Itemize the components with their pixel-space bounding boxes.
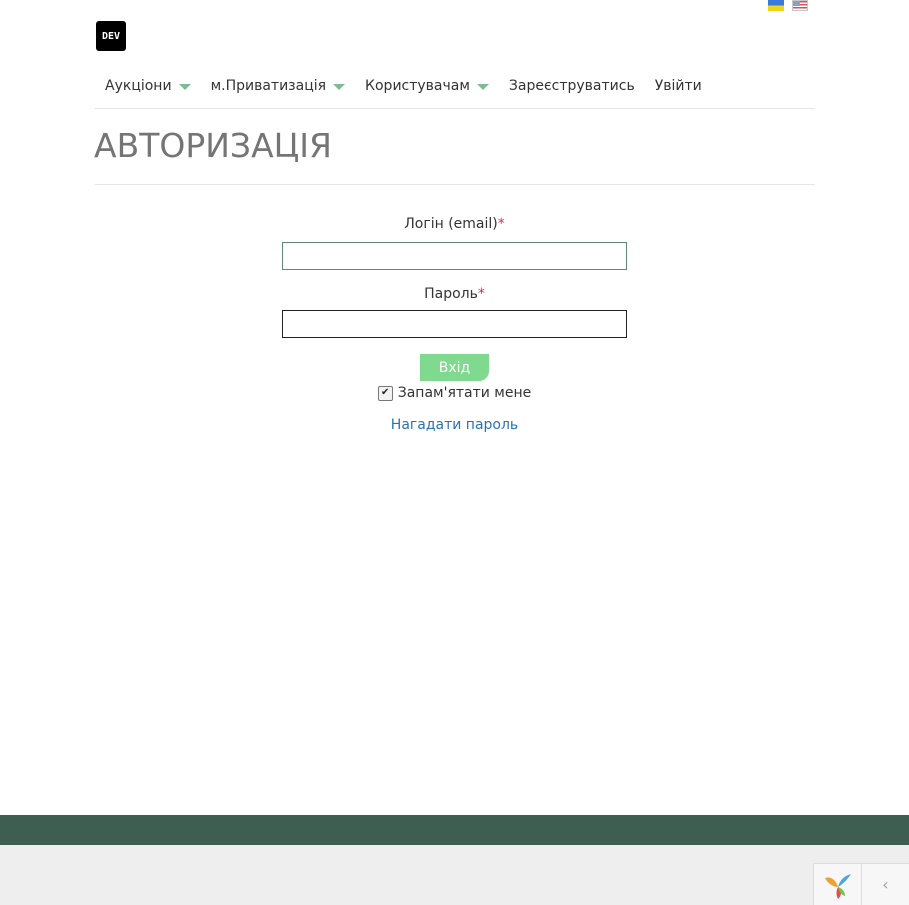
login-label: Логін (email)* — [282, 214, 627, 234]
nav-item-label: Користувачам — [365, 78, 470, 94]
login-email-input[interactable] — [282, 242, 627, 270]
nav-item-register[interactable]: Зареєструватись — [499, 67, 645, 105]
page-title: АВТОРИЗАЦІЯ — [94, 126, 332, 165]
usa-flag-icon[interactable] — [792, 0, 808, 11]
remember-me: ✔ Запам'ятати мене — [282, 385, 627, 401]
ukraine-flag-icon[interactable] — [768, 0, 784, 11]
caret-down-icon — [476, 84, 489, 90]
yii-logo-icon[interactable] — [814, 864, 862, 905]
nav-item-label: м.Приватизація — [210, 78, 327, 94]
debug-toolbar: ‹ — [813, 863, 909, 905]
main-nav: Аукціони м.Приватизація Користувачам Зар… — [95, 64, 815, 109]
nav-item-login[interactable]: Увійти — [645, 67, 712, 105]
nav-item-auctions[interactable]: Аукціони — [95, 67, 201, 105]
footer-bottom — [0, 845, 909, 905]
nav-item-label: Зареєструватись — [508, 78, 635, 94]
nav-item-users[interactable]: Користувачам — [355, 67, 499, 105]
caret-down-icon — [333, 84, 346, 90]
password-label: Пароль* — [282, 284, 627, 304]
login-form: Логін (email)* Пароль* Вхід ✔ Запам'ятат… — [282, 214, 627, 433]
dev-logo[interactable]: DEV — [96, 21, 126, 51]
forgot-password-link[interactable]: Нагадати пароль — [282, 417, 627, 433]
chevron-left-icon[interactable]: ‹ — [862, 864, 909, 905]
language-switcher — [768, 0, 808, 11]
yii-logo-icon-svg — [824, 873, 851, 899]
footer-band — [0, 815, 909, 845]
password-input[interactable] — [282, 310, 627, 338]
required-mark: * — [497, 216, 505, 232]
title-divider — [95, 184, 815, 185]
nav-item-privatization[interactable]: м.Приватизація — [201, 67, 355, 105]
nav-item-label: Увійти — [654, 78, 702, 94]
password-label-text: Пароль — [424, 286, 478, 302]
remember-me-label[interactable]: Запам'ятати мене — [398, 385, 532, 401]
caret-down-icon — [178, 84, 191, 90]
required-mark: * — [477, 286, 485, 302]
nav-item-label: Аукціони — [105, 78, 172, 94]
login-label-text: Логін (email) — [404, 216, 498, 232]
login-submit-button[interactable]: Вхід — [420, 354, 489, 381]
remember-me-checkbox[interactable]: ✔ — [377, 385, 393, 401]
